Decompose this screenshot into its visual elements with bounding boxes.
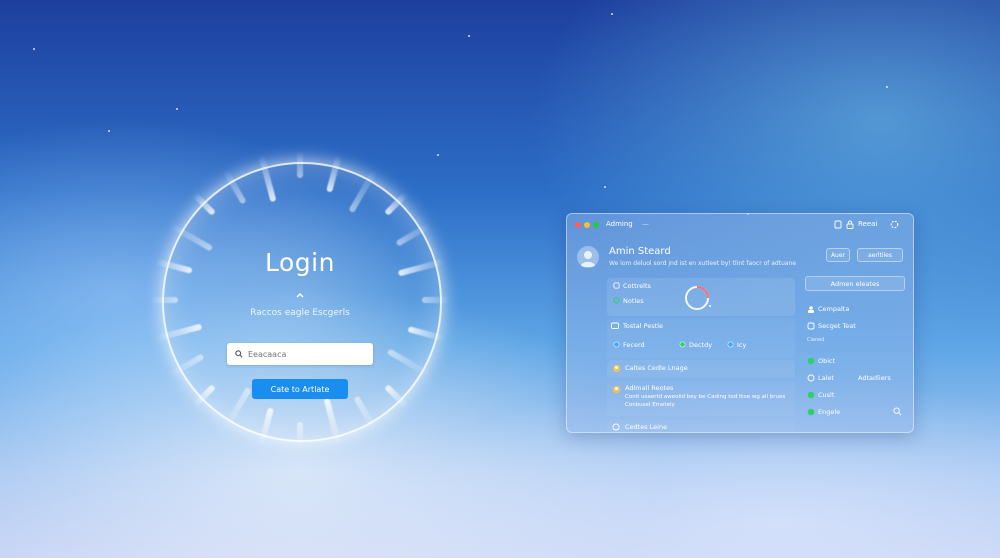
login-title: Login [265,248,335,277]
login-subtitle: Raccos eagle Escgerls [250,308,350,318]
settings-icon[interactable] [890,220,899,229]
card-item: Fecerd [623,341,645,349]
card-cottrelts[interactable]: Cottrelts Notles [607,278,795,316]
card-title: Cottrelts [623,282,651,290]
panel-item[interactable]: Lalet [818,374,834,382]
card-cedtes-leine[interactable]: Cedtes Leine [607,420,795,432]
search-input[interactable] [248,349,358,359]
card-item: Dectdy [689,341,713,349]
link-icon [613,282,620,289]
search-icon[interactable] [893,407,902,416]
lock-icon[interactable] [846,220,854,229]
light-ray [297,150,303,178]
close-window-button[interactable] [575,222,581,228]
panel-item[interactable]: Claned [807,337,824,343]
header-button-user[interactable]: Auer [826,248,850,262]
panel-side-label: Adtadliers [858,374,891,382]
chevron-up-icon [296,293,304,298]
login-portal: Login Raccos eagle Escgerls [150,150,450,450]
light-ray [150,297,178,303]
star [33,48,35,50]
star [468,35,470,37]
donut-chart-icon [685,286,711,310]
minimize-window-button[interactable] [584,222,590,228]
status-dot-icon [727,341,734,348]
security-icon [807,322,815,330]
window-titlebar: Adming — Reeai [567,214,913,236]
user-group-icon [808,306,814,313]
card-adlmall-reotes[interactable]: Adlmall Reotes Conit usaertd aweolid bey… [607,380,795,416]
star [604,186,606,188]
light-ray [297,422,303,450]
admin-header-title: Amin Steard [609,246,671,257]
card-body: Conit usaertd aweolid bey be Cading tod … [625,394,786,400]
status-dot-icon [613,341,620,348]
star [108,130,110,132]
card-item: Icy [737,341,747,349]
window-title: Adming [606,220,633,228]
maximize-window-button[interactable] [593,222,599,228]
light-ray [422,297,450,303]
check-icon [807,391,815,399]
card-tostal-pestle[interactable]: Tostal Pestle Fecerd Dectdy Icy [607,318,795,358]
avatar-icon[interactable] [577,246,599,268]
header-button-settings[interactable]: aerltiles [857,248,903,262]
panel-item[interactable]: Cempalta [818,305,849,313]
check-icon [807,357,815,365]
card-title: Adlmall Reotes [625,384,674,392]
panel-header-button[interactable]: Admen eleates [805,276,905,291]
document-icon[interactable] [834,220,842,229]
card-item: Notles [623,297,644,305]
admin-window: Adming — Reeai Amin Steard We lom deluol… [566,213,914,433]
panel-item[interactable]: Cuslt [818,391,834,399]
star [611,13,613,15]
folder-icon [611,322,619,329]
panel-item[interactable]: Secget Teat [818,322,856,330]
card-caltes-cedle-lnage[interactable]: Caltes Cedle Lnage [607,360,795,378]
status-dot-icon [612,423,620,431]
star [176,108,178,110]
window-title-separator: — [642,220,649,228]
card-title: Caltes Cedle Lnage [625,364,688,372]
card-title: Tostal Pestle [623,322,664,330]
clock-icon [807,374,815,382]
card-title: Cedtes Leine [625,423,668,431]
user-icon [612,385,621,394]
user-icon [612,364,621,373]
status-dot-icon [613,297,620,304]
search-box[interactable] [227,343,373,365]
admin-header-subtitle: We lom deluol sord jnd ist en xutleet by… [609,260,797,267]
panel-item[interactable]: Engele [818,408,840,416]
toolbar-label[interactable]: Reeai [858,220,877,228]
search-icon [235,350,243,358]
admin-side-panel: Admen eleates Cempalta Secget Teat Clane… [805,276,905,432]
card-body: Conbusel Emetely [625,402,675,408]
login-submit-button[interactable]: Cate to Artlate [252,379,348,399]
check-icon [807,408,815,416]
panel-item[interactable]: Obict [818,357,835,365]
status-dot-icon [679,341,686,348]
star [886,86,888,88]
